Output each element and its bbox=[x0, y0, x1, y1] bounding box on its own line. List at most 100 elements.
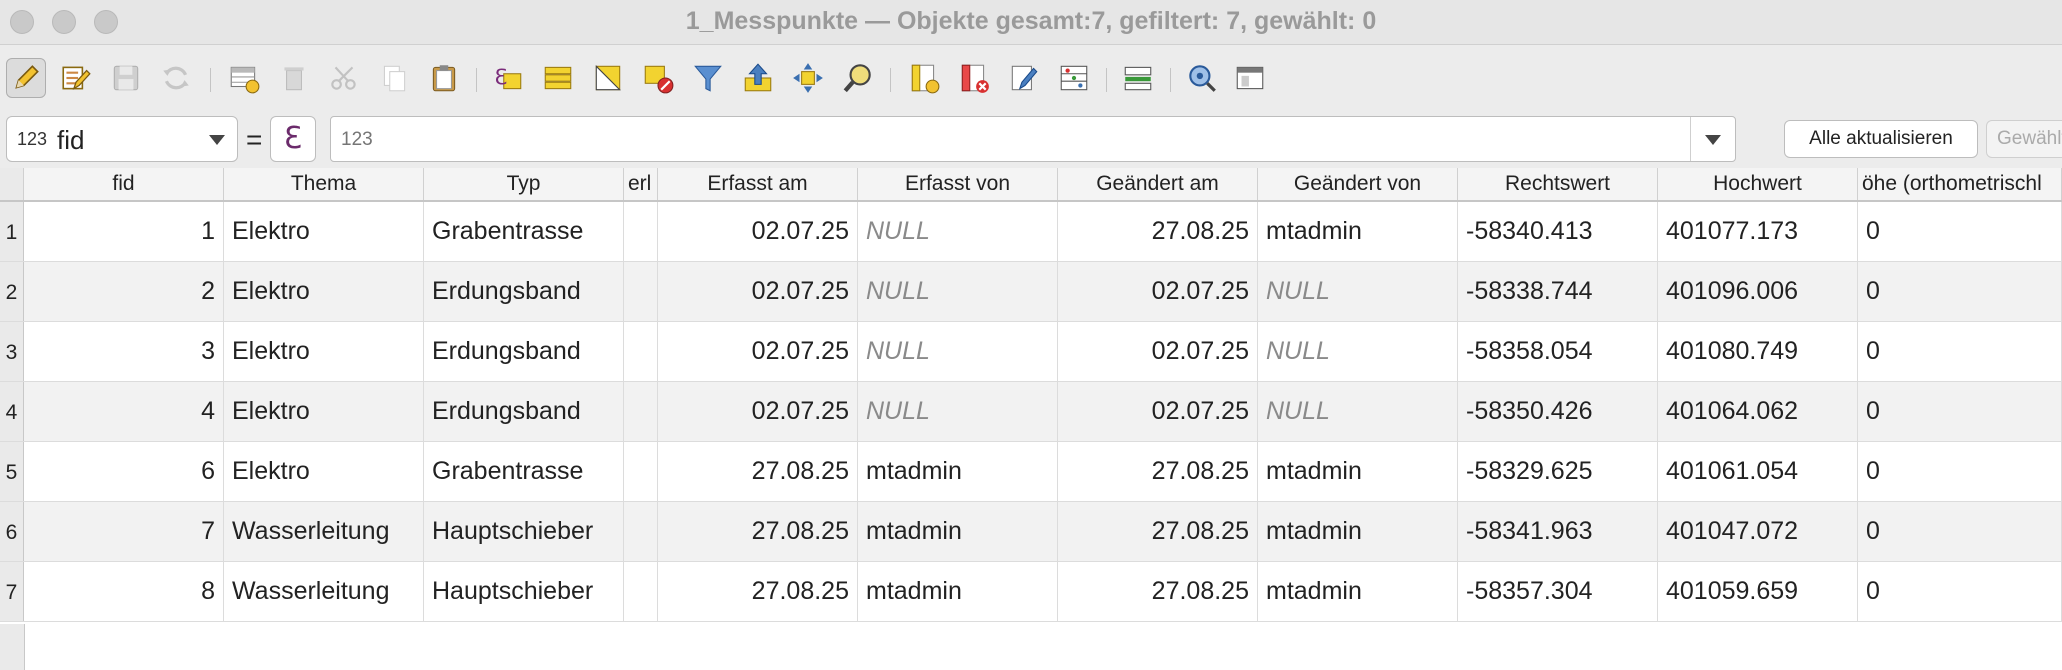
move-selection-to-top-button[interactable] bbox=[738, 58, 778, 98]
cell-erfasst-am[interactable]: 27.08.25 bbox=[658, 442, 858, 501]
cell-geaendert-am[interactable]: 27.08.25 bbox=[1058, 562, 1258, 621]
cell-typ[interactable]: Hauptschieber bbox=[424, 562, 624, 621]
row-number[interactable]: 4 bbox=[0, 382, 24, 441]
cell-typ[interactable]: Grabentrasse bbox=[424, 442, 624, 501]
cell-erl[interactable] bbox=[624, 262, 658, 321]
cell-erfasst-von[interactable]: NULL bbox=[858, 322, 1058, 381]
deselect-all-button[interactable] bbox=[638, 58, 678, 98]
cell-hochwert[interactable]: 401061.054 bbox=[1658, 442, 1858, 501]
cell-geaendert-von[interactable]: mtadmin bbox=[1258, 202, 1458, 261]
cell-rechtswert[interactable]: -58358.054 bbox=[1458, 322, 1658, 381]
row-number[interactable]: 5 bbox=[0, 442, 24, 501]
cell-geaendert-von[interactable]: NULL bbox=[1258, 382, 1458, 441]
chevron-down-icon[interactable] bbox=[1705, 135, 1721, 145]
cell-geaendert-am[interactable]: 02.07.25 bbox=[1058, 262, 1258, 321]
table-row[interactable]: 5 6 Elektro Grabentrasse 27.08.25 mtadmin 27.0… bbox=[0, 442, 2062, 502]
column-header-hoehe[interactable]: öhe (orthometrischl bbox=[1858, 168, 2062, 200]
cell-erl[interactable] bbox=[624, 322, 658, 381]
row-number[interactable]: 6 bbox=[0, 502, 24, 561]
cell-thema[interactable]: Elektro bbox=[224, 442, 424, 501]
cell-geaendert-am[interactable]: 02.07.25 bbox=[1058, 382, 1258, 441]
form-view-button[interactable] bbox=[1230, 58, 1270, 98]
table-row[interactable]: 7 8 Wasserleitung Hauptschieber 27.08.25 mtad… bbox=[0, 562, 2062, 622]
actions-button[interactable] bbox=[1182, 58, 1222, 98]
column-header-erl[interactable]: erl bbox=[624, 168, 658, 200]
cell-erfasst-am[interactable]: 27.08.25 bbox=[658, 562, 858, 621]
cell-erfasst-von[interactable]: mtadmin bbox=[858, 502, 1058, 561]
toggle-editing-button[interactable] bbox=[6, 58, 46, 98]
corner-header[interactable] bbox=[0, 168, 24, 200]
cell-rechtswert[interactable]: -58341.963 bbox=[1458, 502, 1658, 561]
cell-thema[interactable]: Elektro bbox=[224, 262, 424, 321]
cell-typ[interactable]: Grabentrasse bbox=[424, 202, 624, 261]
copy-button[interactable] bbox=[374, 58, 414, 98]
cell-erl[interactable] bbox=[624, 442, 658, 501]
select-all-button[interactable] bbox=[538, 58, 578, 98]
cell-rechtswert[interactable]: -58338.744 bbox=[1458, 262, 1658, 321]
delete-selected-button[interactable] bbox=[274, 58, 314, 98]
column-header-typ[interactable]: Typ bbox=[424, 168, 624, 200]
column-header-geaendert-von[interactable]: Geändert von bbox=[1258, 168, 1458, 200]
row-number[interactable]: 1 bbox=[0, 202, 24, 261]
cell-hochwert[interactable]: 401096.006 bbox=[1658, 262, 1858, 321]
cell-hoehe[interactable]: 0 bbox=[1858, 202, 2062, 261]
cell-hoehe[interactable]: 0 bbox=[1858, 562, 2062, 621]
column-header-thema[interactable]: Thema bbox=[224, 168, 424, 200]
cell-erfasst-von[interactable]: mtadmin bbox=[858, 442, 1058, 501]
cell-geaendert-am[interactable]: 27.08.25 bbox=[1058, 442, 1258, 501]
cell-typ[interactable]: Erdungsband bbox=[424, 262, 624, 321]
cell-geaendert-von[interactable]: NULL bbox=[1258, 262, 1458, 321]
cell-erl[interactable] bbox=[624, 562, 658, 621]
cell-erfasst-von[interactable]: NULL bbox=[858, 262, 1058, 321]
table-row[interactable]: 6 7 Wasserleitung Hauptschieber 27.08.25 mtad… bbox=[0, 502, 2062, 562]
multi-edit-button[interactable] bbox=[56, 58, 96, 98]
cell-geaendert-von[interactable]: NULL bbox=[1258, 322, 1458, 381]
cell-typ[interactable]: Hauptschieber bbox=[424, 502, 624, 561]
row-number[interactable]: 2 bbox=[0, 262, 24, 321]
pan-to-selection-button[interactable] bbox=[788, 58, 828, 98]
cell-hochwert[interactable]: 401059.659 bbox=[1658, 562, 1858, 621]
cell-fid[interactable]: 7 bbox=[24, 502, 224, 561]
cell-fid[interactable]: 8 bbox=[24, 562, 224, 621]
expression-builder-button[interactable]: ℇ bbox=[270, 116, 316, 162]
cell-erfasst-am[interactable]: 02.07.25 bbox=[658, 322, 858, 381]
cell-thema[interactable]: Wasserleitung bbox=[224, 562, 424, 621]
invert-selection-button[interactable] bbox=[588, 58, 628, 98]
cell-geaendert-am[interactable]: 27.08.25 bbox=[1058, 502, 1258, 561]
cell-erfasst-von[interactable]: NULL bbox=[858, 202, 1058, 261]
add-feature-button[interactable] bbox=[224, 58, 264, 98]
cell-erfasst-von[interactable]: NULL bbox=[858, 382, 1058, 441]
cell-thema[interactable]: Wasserleitung bbox=[224, 502, 424, 561]
cell-hoehe[interactable]: 0 bbox=[1858, 502, 2062, 561]
column-header-erfasst-von[interactable]: Erfasst von bbox=[858, 168, 1058, 200]
cell-hochwert[interactable]: 401080.749 bbox=[1658, 322, 1858, 381]
cell-erl[interactable] bbox=[624, 502, 658, 561]
update-value-input[interactable] bbox=[339, 121, 1683, 159]
cell-hochwert[interactable]: 401064.062 bbox=[1658, 382, 1858, 441]
reload-button[interactable] bbox=[156, 58, 196, 98]
cell-hoehe[interactable]: 0 bbox=[1858, 322, 2062, 381]
update-value-field[interactable] bbox=[330, 116, 1736, 162]
row-number[interactable]: 7 bbox=[0, 562, 24, 621]
cell-thema[interactable]: Elektro bbox=[224, 202, 424, 261]
cell-geaendert-am[interactable]: 02.07.25 bbox=[1058, 322, 1258, 381]
cell-erfasst-am[interactable]: 02.07.25 bbox=[658, 382, 858, 441]
dock-table-button[interactable] bbox=[1118, 58, 1158, 98]
cell-geaendert-am[interactable]: 27.08.25 bbox=[1058, 202, 1258, 261]
cell-erl[interactable] bbox=[624, 202, 658, 261]
table-row[interactable]: 4 4 Elektro Erdungsband 02.07.25 NULL 02.07.25… bbox=[0, 382, 2062, 442]
table-row[interactable]: 1 1 Elektro Grabentrasse 02.07.25 NULL 27.08.2… bbox=[0, 202, 2062, 262]
field-calculator-button[interactable] bbox=[1004, 58, 1044, 98]
cell-rechtswert[interactable]: -58340.413 bbox=[1458, 202, 1658, 261]
row-number[interactable]: 3 bbox=[0, 322, 24, 381]
table-row[interactable]: 3 3 Elektro Erdungsband 02.07.25 NULL 02.07.25… bbox=[0, 322, 2062, 382]
select-by-expression-button[interactable]: ℇ bbox=[488, 58, 528, 98]
column-header-fid[interactable]: fid bbox=[24, 168, 224, 200]
column-header-geaendert-am[interactable]: Geändert am bbox=[1058, 168, 1258, 200]
cell-fid[interactable]: 2 bbox=[24, 262, 224, 321]
cell-fid[interactable]: 4 bbox=[24, 382, 224, 441]
update-selected-button[interactable]: Gewählte aktualisieren bbox=[1986, 120, 2062, 158]
column-header-hochwert[interactable]: Hochwert bbox=[1658, 168, 1858, 200]
cell-thema[interactable]: Elektro bbox=[224, 382, 424, 441]
cell-hoehe[interactable]: 0 bbox=[1858, 382, 2062, 441]
